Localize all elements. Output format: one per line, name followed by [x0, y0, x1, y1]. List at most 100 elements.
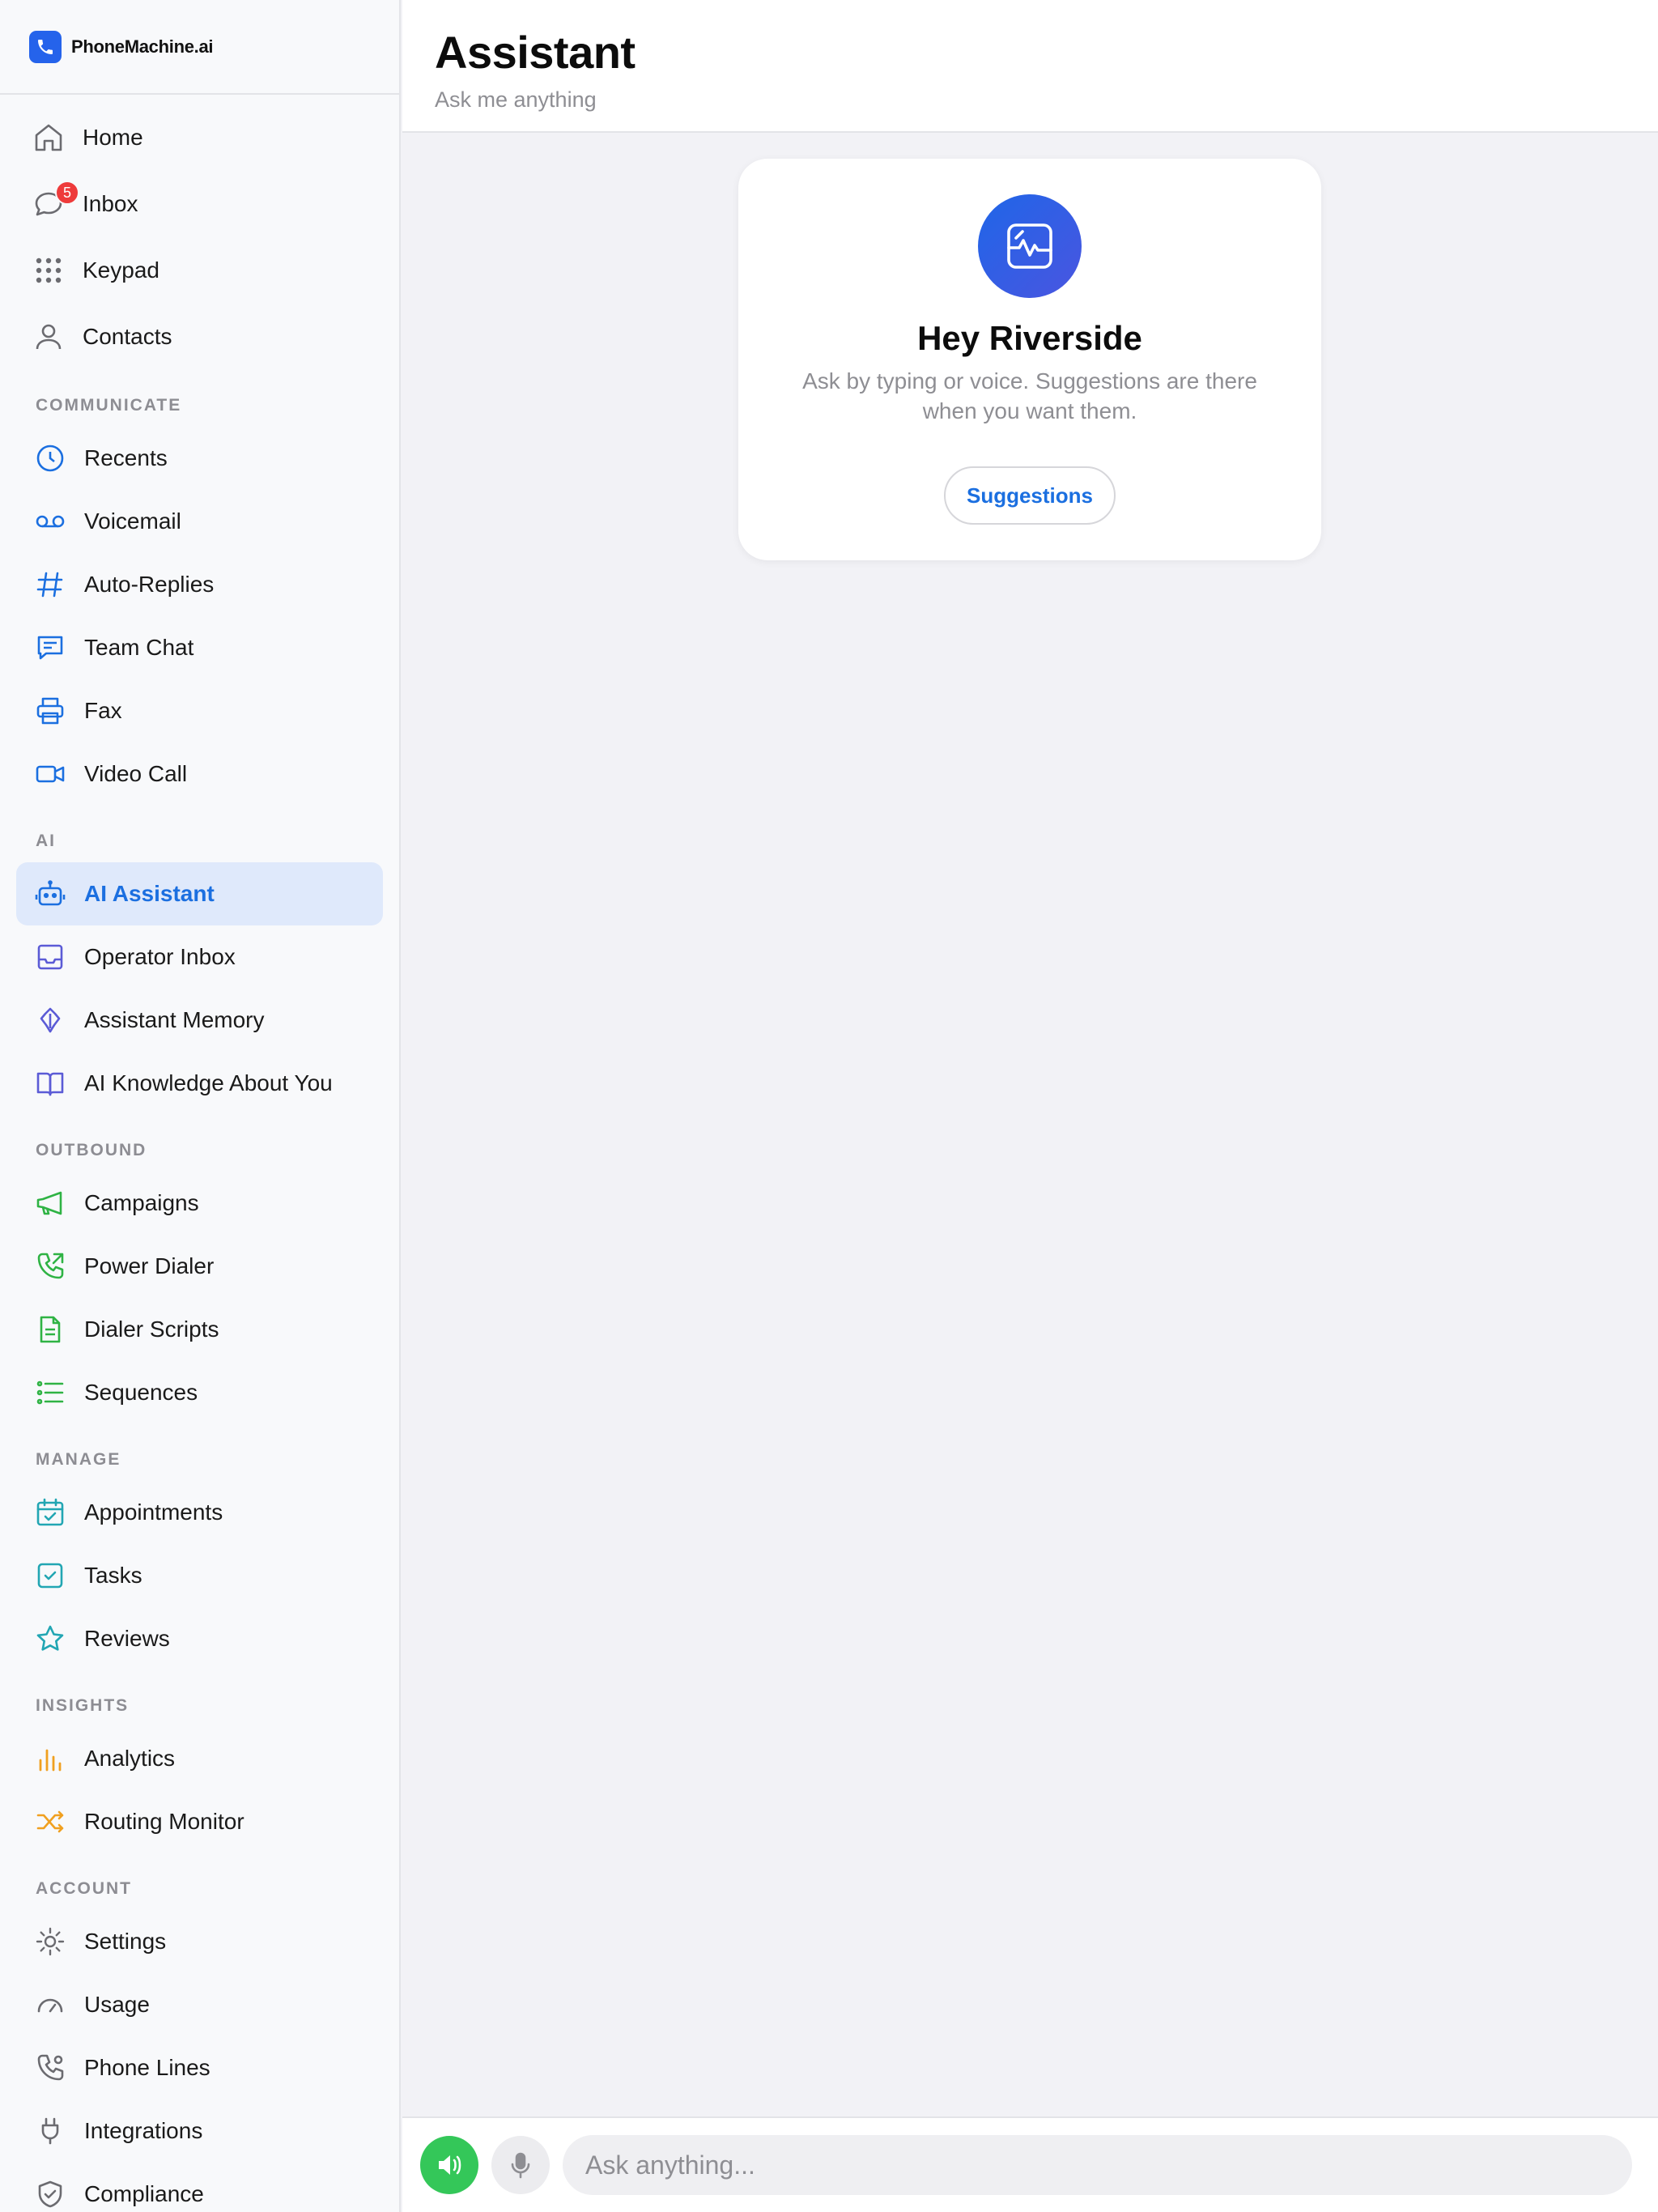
phone-outgoing-icon — [34, 1250, 66, 1283]
sidebar-item-label: Usage — [84, 1992, 150, 2017]
sidebar-item-power-dialer[interactable]: Power Dialer — [16, 1235, 383, 1298]
page-header: Assistant Ask me anything — [402, 0, 1658, 133]
sidebar-item-label: Analytics — [84, 1746, 176, 1771]
sidebar-item-label: Fax — [84, 698, 122, 723]
sidebar-item-video-call[interactable]: Video Call — [16, 742, 383, 806]
plug-icon — [34, 2115, 66, 2147]
sidebar-item-settings[interactable]: Settings — [16, 1910, 383, 1973]
welcome-title: Hey Riverside — [917, 319, 1142, 357]
sidebar-item-routing-monitor[interactable]: Routing Monitor — [16, 1790, 383, 1853]
sidebar-item-recents[interactable]: Recents — [16, 427, 383, 490]
sidebar-item-label: Sequences — [84, 1380, 198, 1405]
sidebar-item-appointments[interactable]: Appointments — [16, 1481, 383, 1544]
hash-icon — [34, 568, 66, 601]
brand[interactable]: PhoneMachine.ai — [0, 0, 399, 95]
gear-icon — [34, 1925, 66, 1958]
sidebar-item-label: Routing Monitor — [84, 1809, 244, 1834]
sidebar-nav: Home 5 Inbox Keypad Contacts COMMUNICATE… — [0, 95, 399, 2212]
welcome-text: Ask by typing or voice. Suggestions are … — [802, 368, 1257, 423]
sidebar-item-team-chat[interactable]: Team Chat — [16, 616, 383, 679]
sidebar-item-tasks[interactable]: Tasks — [16, 1544, 383, 1607]
voicemail-icon — [34, 505, 66, 538]
phone-logo-icon — [29, 30, 62, 63]
gauge-icon — [34, 1989, 66, 2021]
ask-input[interactable] — [563, 2135, 1632, 2195]
robot-icon — [34, 878, 66, 910]
checkbox-icon — [34, 1559, 66, 1592]
sidebar-item-label: Inbox — [83, 191, 138, 216]
sidebar-item-label: Integrations — [84, 2118, 203, 2143]
sidebar-item-label: Phone Lines — [84, 2055, 210, 2080]
star-icon — [34, 1623, 66, 1655]
calendar-check-icon — [34, 1496, 66, 1529]
sidebar: PhoneMachine.ai Home 5 Inbox Keypad Cont… — [0, 0, 401, 2212]
welcome-card: Hey Riverside Ask by typing or voice. Su… — [738, 159, 1321, 560]
assistant-avatar-icon — [978, 194, 1082, 298]
sidebar-item-compliance[interactable]: Compliance — [16, 2163, 383, 2212]
sidebar-item-usage[interactable]: Usage — [16, 1973, 383, 2036]
sidebar-item-label: Dialer Scripts — [84, 1317, 219, 1342]
microphone-button[interactable] — [491, 2136, 550, 2194]
sidebar-item-voicemail[interactable]: Voicemail — [16, 490, 383, 553]
sidebar-item-assistant-memory[interactable]: Assistant Memory — [16, 989, 383, 1052]
document-icon — [34, 1313, 66, 1346]
sidebar-item-contacts[interactable]: Contacts — [16, 304, 383, 370]
home-icon — [32, 121, 65, 154]
section-title-outbound: OUTBOUND — [36, 1141, 147, 1159]
sidebar-item-label: Voicemail — [84, 508, 181, 534]
clock-icon — [34, 442, 66, 474]
sidebar-item-ai-knowledge[interactable]: AI Knowledge About You — [16, 1052, 383, 1115]
book-icon — [34, 1067, 66, 1100]
sidebar-item-operator-inbox[interactable]: Operator Inbox — [16, 925, 383, 989]
brand-name: PhoneMachine.ai — [71, 36, 214, 57]
sidebar-item-label: Settings — [84, 1929, 167, 1954]
message-square-icon — [34, 632, 66, 664]
sidebar-item-label: Home — [83, 125, 143, 150]
video-icon — [34, 758, 66, 790]
sidebar-item-ai-assistant[interactable]: AI Assistant — [16, 862, 383, 925]
sidebar-item-label: Power Dialer — [84, 1253, 215, 1278]
shield-check-icon — [34, 2178, 66, 2210]
printer-icon — [34, 695, 66, 727]
sidebar-item-label: Auto-Replies — [84, 572, 215, 597]
section-title-communicate: COMMUNICATE — [36, 396, 182, 415]
sidebar-item-label: Operator Inbox — [84, 944, 236, 969]
shuffle-icon — [34, 1806, 66, 1838]
sidebar-item-inbox[interactable]: 5 Inbox — [16, 171, 383, 237]
sidebar-item-label: AI Knowledge About You — [84, 1070, 333, 1095]
microphone-icon — [511, 2152, 530, 2179]
speaker-toggle-button[interactable] — [420, 2136, 478, 2194]
phone-lines-icon — [34, 2052, 66, 2084]
section-title-account: ACCOUNT — [36, 1879, 132, 1898]
brain-icon — [34, 1004, 66, 1036]
sidebar-item-integrations[interactable]: Integrations — [16, 2099, 383, 2163]
section-title-manage: MANAGE — [36, 1450, 121, 1469]
sidebar-item-dialer-scripts[interactable]: Dialer Scripts — [16, 1298, 383, 1361]
sidebar-item-campaigns[interactable]: Campaigns — [16, 1172, 383, 1235]
inbox-tray-icon — [34, 941, 66, 973]
sidebar-item-analytics[interactable]: Analytics — [16, 1727, 383, 1790]
sidebar-item-home[interactable]: Home — [16, 104, 383, 171]
sidebar-item-label: AI Assistant — [84, 881, 215, 906]
sidebar-item-label: Tasks — [84, 1563, 142, 1588]
sidebar-item-keypad[interactable]: Keypad — [16, 237, 383, 304]
sidebar-item-label: Campaigns — [84, 1190, 199, 1215]
sidebar-item-fax[interactable]: Fax — [16, 679, 383, 742]
page-title: Assistant — [435, 27, 636, 78]
inbox-unread-badge: 5 — [55, 181, 79, 205]
sidebar-item-label: Recents — [84, 445, 168, 470]
sidebar-item-label: Team Chat — [84, 635, 194, 660]
list-icon — [34, 1376, 66, 1409]
sidebar-item-phone-lines[interactable]: Phone Lines — [16, 2036, 383, 2099]
sidebar-item-auto-replies[interactable]: Auto-Replies — [16, 553, 383, 616]
sidebar-item-sequences[interactable]: Sequences — [16, 1361, 383, 1424]
section-title-insights: INSIGHTS — [36, 1696, 130, 1715]
sidebar-item-label: Reviews — [84, 1626, 170, 1651]
suggestions-button[interactable]: Suggestions — [943, 466, 1116, 525]
sidebar-item-label: Appointments — [84, 1499, 223, 1525]
section-title-ai: AI — [36, 832, 56, 850]
sidebar-item-label: Keypad — [83, 257, 159, 283]
sidebar-item-label: Assistant Memory — [84, 1007, 265, 1032]
speaker-icon — [439, 2155, 461, 2175]
sidebar-item-reviews[interactable]: Reviews — [16, 1607, 383, 1670]
